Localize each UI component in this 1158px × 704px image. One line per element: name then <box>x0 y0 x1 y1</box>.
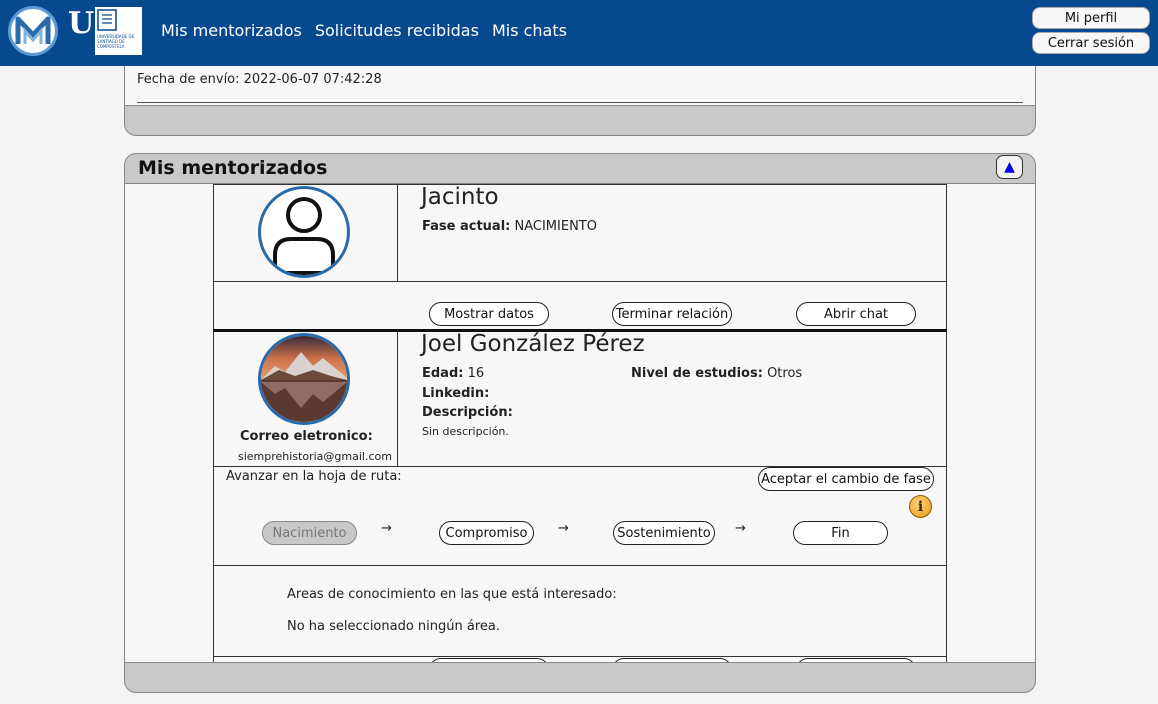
fecha-envio: Fecha de envío: 2022-06-07 07:42:28 <box>137 72 382 87</box>
mentee-name: Joel González Pérez <box>421 331 645 357</box>
divider <box>213 565 947 566</box>
collapse-button[interactable]: ▲ <box>996 155 1023 179</box>
info-icon[interactable]: i <box>909 495 932 518</box>
app-logo[interactable] <box>8 6 58 56</box>
divider <box>213 184 947 185</box>
fase-compromiso-button[interactable]: Compromiso <box>439 521 534 545</box>
triangle-up-icon: ▲ <box>1004 159 1015 175</box>
aceptar-cambio-fase-button[interactable]: Aceptar el cambio de fase <box>758 467 934 491</box>
divider <box>397 332 398 466</box>
mountain-photo <box>261 336 347 422</box>
nav-mis-chats[interactable]: Mis chats <box>492 21 567 41</box>
main-nav: Mis mentorizados Solicitudes recibidas M… <box>161 21 567 41</box>
requests-panel-body: Fecha de envío: 2022-06-07 07:42:28 <box>124 66 1036 106</box>
correo-label: Correo eletronico: <box>240 429 373 444</box>
nav-solicitudes-recibidas[interactable]: Solicitudes recibidas <box>315 21 479 41</box>
mostrar-datos-button[interactable]: Mostrar datos <box>429 302 549 326</box>
nivel-value: Otros <box>767 366 803 381</box>
edad-label: Edad: <box>422 366 464 381</box>
fase-value: NACIMIENTO <box>514 219 597 234</box>
correo-label-text: Correo eletronico: <box>240 429 373 444</box>
divider <box>397 184 398 281</box>
avatar <box>258 333 350 425</box>
m-logo-icon <box>15 16 51 44</box>
avatar <box>258 186 350 278</box>
divider <box>213 281 947 282</box>
top-navbar: USC UNIVERSIDADE DE SANTIAGO DE COMPOSTE… <box>0 0 1158 66</box>
arrow-right-icon: → <box>558 521 569 536</box>
usc-seal-icon: UNIVERSIDADE DE SANTIAGO DE COMPOSTELA <box>95 7 142 55</box>
divider <box>137 102 1023 103</box>
edad-field: Edad: 16 <box>422 366 484 381</box>
linkedin-field: Linkedin: <box>422 386 489 401</box>
default-user-icon <box>273 197 335 275</box>
fase-actual: Fase actual: NACIMIENTO <box>422 219 597 234</box>
usc-logo-subtitle: UNIVERSIDADE DE SANTIAGO DE COMPOSTELA <box>97 34 135 49</box>
mentees-panel-title: Mis mentorizados <box>138 157 328 179</box>
arrow-right-icon: → <box>381 521 392 536</box>
mentee-name: Jacinto <box>421 184 499 210</box>
logout-button[interactable]: Cerrar sesión <box>1032 32 1150 54</box>
fase-label: Fase actual: <box>422 219 511 234</box>
areas-value: No ha seleccionado ningún área. <box>287 619 501 634</box>
edad-value: 16 <box>467 366 485 381</box>
mentees-panel-footer <box>124 662 1036 693</box>
mentees-panel-body: Jacinto Fase actual: NACIMIENTO Mostrar … <box>124 184 1036 663</box>
linkedin-label: Linkedin: <box>422 386 490 401</box>
divider <box>213 656 947 657</box>
terminar-relacion-button[interactable]: Terminar relación <box>612 302 732 326</box>
fase-sostenimiento-button[interactable]: Sostenimiento <box>613 521 715 545</box>
correo-value: siemprehistoria@gmail.com <box>238 450 392 463</box>
nivel-label: Nivel de estudios: <box>631 366 763 381</box>
fase-nacimiento-button[interactable]: Nacimiento <box>262 521 357 545</box>
mentees-panel-header: Mis mentorizados ▲ <box>124 153 1036 184</box>
descripcion-field: Descripción: <box>422 405 513 420</box>
requests-panel-footer <box>124 105 1036 136</box>
usc-logo[interactable]: USC UNIVERSIDADE DE SANTIAGO DE COMPOSTE… <box>68 7 142 55</box>
descripcion-value: Sin descripción. <box>422 425 509 438</box>
ruta-label: Avanzar en la hoja de ruta: <box>226 469 402 484</box>
areas-title: Areas de conocimiento en las que está in… <box>287 587 617 602</box>
nav-mis-mentorizados[interactable]: Mis mentorizados <box>161 21 302 41</box>
abrir-chat-button[interactable]: Abrir chat <box>796 302 916 326</box>
profile-button[interactable]: Mi perfil <box>1032 7 1150 29</box>
descripcion-label: Descripción: <box>422 405 513 420</box>
arrow-right-icon: → <box>735 521 746 536</box>
fase-fin-button[interactable]: Fin <box>793 521 888 545</box>
nivel-estudios-field: Nivel de estudios: Otros <box>631 366 802 381</box>
